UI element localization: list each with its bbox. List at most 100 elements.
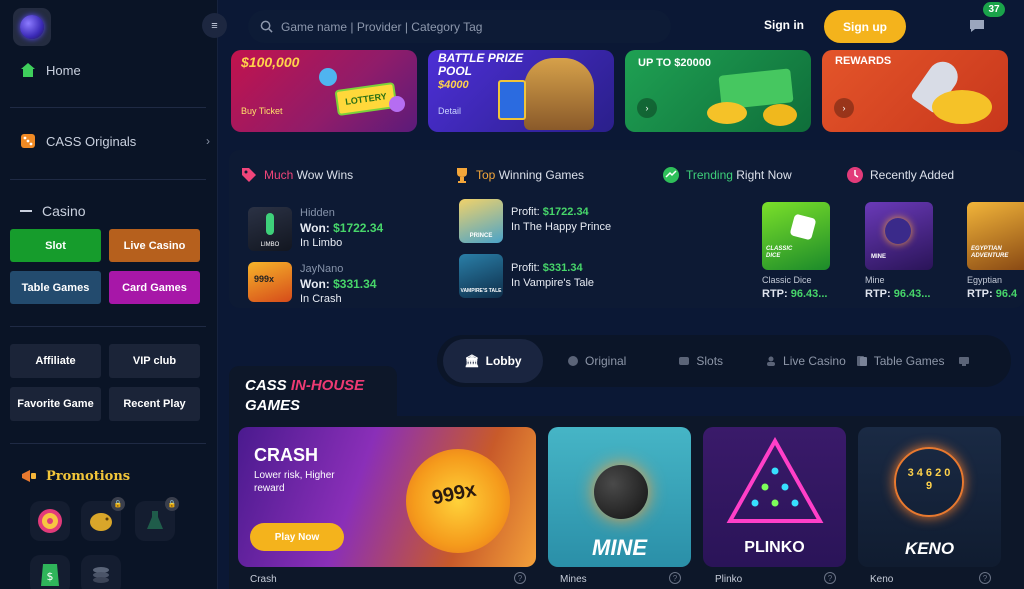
game-card-keno[interactable]: 3 4 6 2 0 9 KENO [858, 427, 1001, 567]
vampires-tale-thumbnail[interactable]: VAMPIRE'S TALE [459, 254, 503, 298]
svg-text:$: $ [47, 570, 54, 583]
rtp-value: 96.4 [995, 288, 1018, 300]
sidebar: Home CASS Originals › Casino Slot Live C… [0, 0, 218, 589]
sidebar-item-home[interactable]: Home [20, 62, 81, 78]
promotions-label: Promotions [46, 468, 131, 484]
sign-up-button[interactable]: Sign up [824, 10, 906, 43]
win-game: In Crash [300, 293, 342, 305]
banner-battle[interactable]: BATTLE PRIZE POOL $4000 Detail [428, 50, 614, 132]
sidebar-promotions[interactable]: Promotions [20, 468, 130, 484]
header-rest: Wow Wins [293, 168, 354, 182]
header-highlight: Trending [686, 168, 733, 182]
promo-coins[interactable] [81, 555, 121, 589]
mine-thumbnail[interactable]: MINE [865, 202, 933, 270]
tab-table-games[interactable]: Table Games [856, 354, 945, 368]
live-casino-button[interactable]: Live Casino [109, 229, 200, 262]
home-icon [21, 63, 35, 77]
happy-prince-thumbnail[interactable]: PRINCE [459, 199, 503, 243]
card-games-button[interactable]: Card Games [109, 271, 200, 304]
tab-label: Slots [696, 354, 724, 368]
promo-tag[interactable]: $ [30, 555, 70, 589]
help-icon[interactable]: ? [669, 572, 681, 584]
won-label: Won: [300, 221, 330, 235]
buy-ticket-link[interactable]: Buy Ticket [241, 106, 283, 116]
play-now-button[interactable]: Play Now [250, 523, 344, 551]
banner-lottery[interactable]: $100,000 LOTTERY Buy Ticket [231, 50, 417, 132]
banner-deposit-arrow-button[interactable]: › [637, 98, 657, 118]
banner-rewards-title: REWARDS [835, 55, 892, 67]
egyptian-thumbnail[interactable]: EGYPTIAN ADVENTURE [967, 202, 1024, 270]
limbo-thumbnail[interactable]: LIMBO [248, 207, 292, 251]
rtp-label: RTP: [762, 288, 788, 300]
sidebar-item-originals[interactable]: CASS Originals › [20, 133, 210, 149]
banner-rewards[interactable]: REWARDS › [822, 50, 1008, 132]
recent-rtp: RTP: 96.4 [967, 288, 1017, 300]
game-card-title: PLINKO [744, 539, 805, 556]
lock-icon: 🔒 [111, 497, 125, 511]
top-game-name: In Vampire's Tale [511, 277, 595, 289]
sidebar-home-label: Home [46, 62, 81, 78]
help-icon[interactable]: ? [979, 572, 991, 584]
favorite-game-button[interactable]: Favorite Game [10, 387, 101, 421]
recent-play-button[interactable]: Recent Play [109, 387, 200, 421]
search-input[interactable]: Game name | Provider | Category Tag [281, 20, 482, 34]
thumb-text: LIMBO [260, 242, 280, 248]
game-label: Keno [870, 574, 894, 585]
sidebar-section-casino[interactable]: Casino [20, 203, 86, 219]
search-bar[interactable]: Game name | Provider | Category Tag [248, 10, 671, 43]
slots-icon [679, 357, 690, 365]
won-label: Won: [300, 277, 330, 291]
win-amount: $1722.34 [333, 221, 384, 235]
header-rest: Right Now [732, 168, 792, 182]
table-games-button[interactable]: Table Games [10, 271, 101, 304]
banner-rewards-arrow-button[interactable]: › [834, 98, 854, 118]
sign-in-button[interactable]: Sign in [764, 18, 804, 32]
plinko-triangle-icon [726, 437, 824, 523]
classic-dice-thumbnail[interactable]: CLASSIC DICE [762, 202, 830, 270]
trending-header: Trending Right Now [662, 166, 792, 184]
promo-piggy[interactable]: 🔒 [81, 497, 125, 541]
help-icon[interactable]: ? [824, 572, 836, 584]
win-username: Hidden [300, 207, 335, 219]
sidebar-divider [10, 107, 206, 108]
much-wow-wins-header: Much Wow Wins [240, 166, 353, 184]
banner-deposit[interactable]: UP TO $20000 › [625, 50, 811, 132]
site-logo[interactable] [13, 8, 51, 46]
lottery-ball-icon [319, 68, 337, 86]
tab-more[interactable] [958, 355, 970, 367]
game-card-title: KENO [904, 539, 955, 558]
trending-badge-icon [663, 167, 679, 183]
affiliate-button[interactable]: Affiliate [10, 344, 101, 378]
menu-toggle-button[interactable]: ≡ [202, 13, 227, 38]
rtp-label: RTP: [967, 288, 993, 300]
slot-button[interactable]: Slot [10, 229, 101, 262]
header-rest: Recently Added [870, 168, 955, 182]
game-card-plinko[interactable]: PLINKO [703, 427, 846, 567]
bank-icon: 🏛 [464, 354, 480, 368]
piggy-bank-icon [90, 513, 112, 531]
help-icon[interactable]: ? [514, 572, 526, 584]
crash-thumbnail[interactable]: 999x [248, 262, 292, 302]
promo-potion[interactable]: 🔒 [135, 497, 179, 541]
tab-lobby[interactable]: 🏛 Lobby [443, 339, 543, 383]
clock-icon [847, 167, 863, 183]
thumb-text: VAMPIRE'S TALE [460, 288, 502, 294]
tab-original[interactable]: Original [567, 354, 626, 368]
profit-label: Profit: [511, 206, 540, 218]
promo-wheel[interactable] [30, 501, 70, 541]
game-card-mine[interactable]: MINE [548, 427, 691, 567]
warrior-art [524, 58, 594, 130]
tab-slots[interactable]: Slots [678, 354, 723, 368]
recent-game-name: Mine [865, 275, 885, 285]
lottery-ball-icon [389, 96, 405, 112]
tab-label: Table Games [873, 354, 945, 368]
monitor-icon [959, 357, 970, 366]
game-card-crash[interactable]: CRASH Lower risk, Higher reward 999x Pla… [238, 427, 536, 567]
detail-link[interactable]: Detail [438, 106, 461, 116]
thumb-text: CLASSIC DICE [766, 246, 793, 259]
header-highlight: Much [264, 168, 294, 182]
chat-icon[interactable] [968, 18, 986, 34]
vip-club-button[interactable]: VIP club [109, 344, 200, 378]
game-card-title: MINE [592, 535, 647, 560]
tab-live-casino[interactable]: Live Casino [765, 354, 846, 368]
